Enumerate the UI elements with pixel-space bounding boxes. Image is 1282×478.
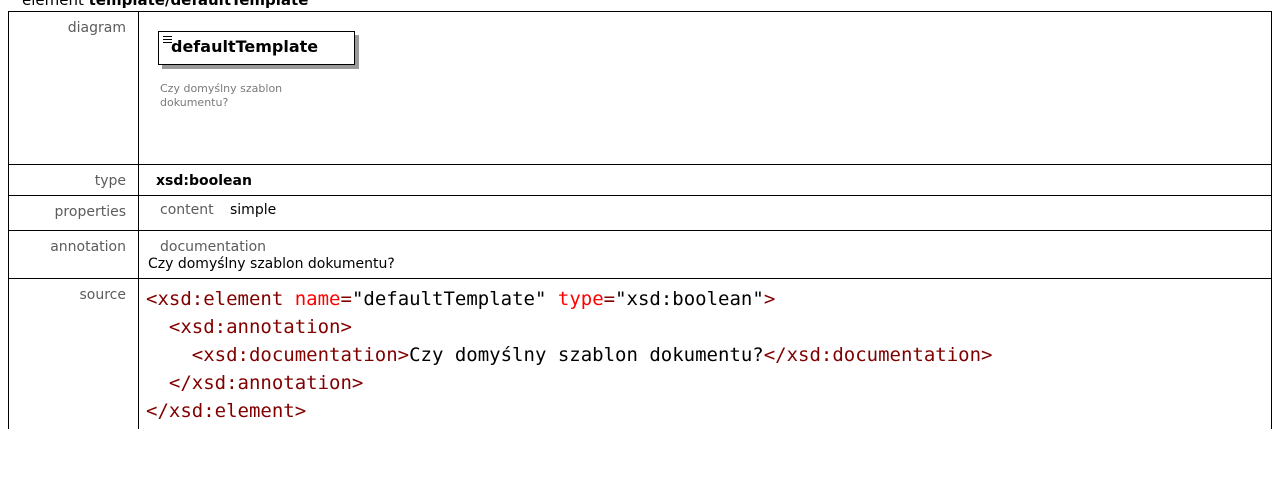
diagram-element-box[interactable]: defaultTemplate: [158, 31, 359, 69]
annotation-label: annotation: [8, 230, 139, 279]
source-label: source: [8, 278, 139, 429]
annotation-cell: documentation Czy domyślny szablon dokum…: [138, 230, 1272, 279]
src-line3-close: </xsd:documentation>: [763, 344, 993, 366]
annotation-key: documentation: [160, 239, 267, 255]
diagram-element-name: defaultTemplate: [171, 37, 319, 56]
src-line3-text: Czy domyślny szablon dokumentu?: [409, 344, 764, 366]
title-prefix: element: [22, 0, 84, 9]
source-row: source <xsd:element name="defaultTemplat…: [8, 278, 1272, 429]
src-line1-attr1-name: name: [294, 288, 341, 310]
diagram-cell: defaultTemplate Czy domyślny szablon dok…: [138, 11, 1272, 165]
title-path: template/defaultTemplate: [88, 0, 309, 9]
properties-key: content: [160, 202, 214, 218]
properties-cell: content simple: [138, 195, 1272, 231]
properties-row: properties content simple: [8, 195, 1272, 231]
src-line1-open: <xsd:element: [146, 288, 284, 310]
annotation-row: annotation documentation Czy domyślny sz…: [8, 230, 1272, 279]
src-line1-attr2-value: "xsd:boolean": [615, 288, 764, 310]
diagram-label: diagram: [8, 11, 139, 165]
src-line2: <xsd:annotation>: [168, 316, 352, 338]
diagram-annotation-note: Czy domyślny szablon dokumentu?: [160, 82, 283, 109]
type-cell: xsd:boolean: [138, 164, 1272, 196]
source-cell: <xsd:element name="defaultTemplate" type…: [138, 278, 1272, 429]
src-line4: </xsd:annotation>: [168, 372, 364, 394]
src-line3-open: <xsd:documentation>: [191, 344, 410, 366]
element-properties-table: diagram defaultTemplate Czy domyślny sza…: [8, 11, 1272, 429]
page-title: element template/defaultTemplate: [22, 0, 308, 9]
diagram-row: diagram defaultTemplate Czy domyślny sza…: [8, 11, 1272, 165]
type-label: type: [8, 164, 139, 196]
src-line1-close: >: [763, 288, 776, 310]
source-code: <xsd:element name="defaultTemplate" type…: [146, 288, 993, 422]
diagram-face: defaultTemplate: [158, 31, 355, 65]
type-row: type xsd:boolean: [8, 164, 1272, 196]
type-value[interactable]: xsd:boolean: [156, 165, 1271, 195]
src-line1-attr2-name: type: [557, 288, 604, 310]
properties-label: properties: [8, 195, 139, 231]
properties-value: simple: [230, 202, 277, 218]
src-line1-attr1-value: "defaultTemplate": [351, 288, 547, 310]
src-line5: </xsd:element>: [146, 400, 307, 422]
annotation-value: Czy domyślny szablon dokumentu?: [148, 256, 395, 272]
